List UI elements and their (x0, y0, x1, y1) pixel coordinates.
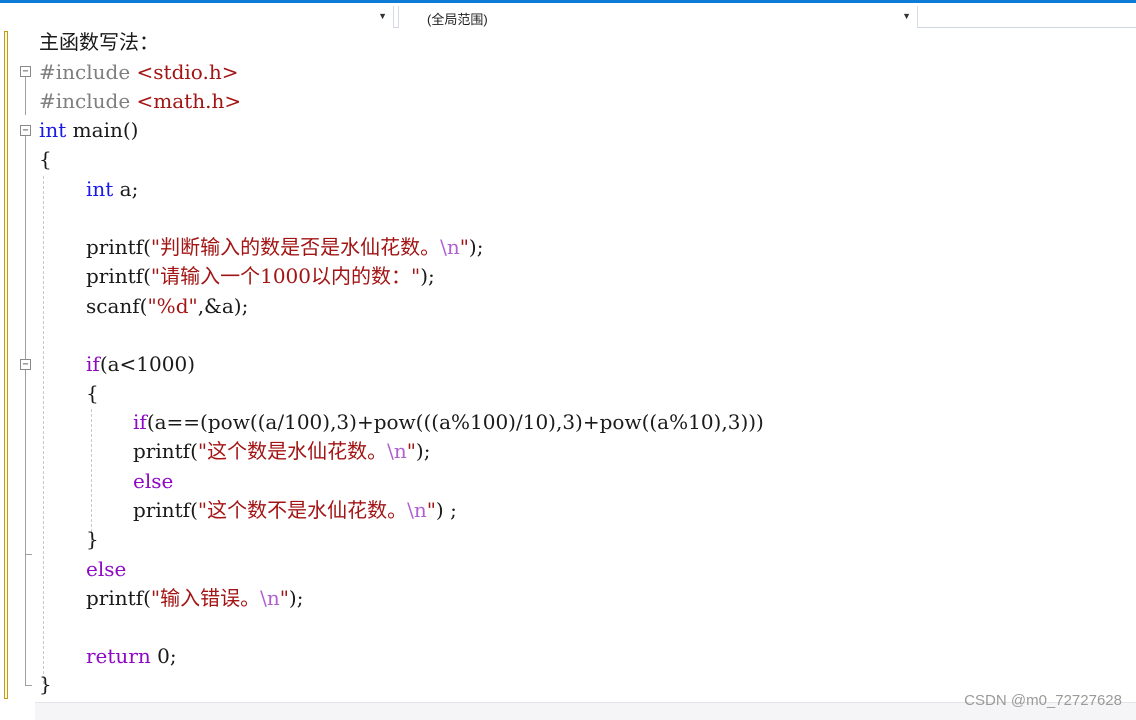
code-line-17: printf("这个数不是水仙花数。\n") ; (133, 496, 457, 525)
code-line-23: } (39, 670, 52, 699)
preprocessor-directive: #include (39, 60, 131, 84)
include-header: <stdio.h> (136, 60, 239, 84)
escape-sequence: \n (387, 439, 407, 463)
string-literal: "输入错误。 (150, 586, 261, 610)
code-line-19: else (86, 555, 126, 584)
fold-end-main (25, 685, 32, 686)
code-line-10: scanf("%d",&a); (86, 292, 248, 321)
code-text: (a==(pow((a/100),3)+pow(((a%100)/10),3)+… (146, 410, 764, 434)
chevron-down-icon[interactable]: ▼ (378, 11, 387, 21)
code-text: ); (468, 235, 484, 259)
keyword-if: if (133, 410, 147, 434)
code-line-16: else (133, 467, 173, 496)
collapse-if-icon[interactable]: − (20, 359, 31, 370)
keyword-return: return (86, 644, 151, 668)
code-line-1: 主函数写法： (39, 28, 159, 57)
watermark: CSDN @m0_72727628 (964, 692, 1122, 709)
code-line-15: printf("这个数是水仙花数。\n"); (133, 437, 430, 466)
keyword-if: if (86, 352, 100, 376)
keyword-else: else (133, 469, 174, 493)
fold-line-if (25, 370, 26, 554)
keyword-else: else (86, 557, 127, 581)
string-literal: "这个数是水仙花数。 (197, 439, 388, 463)
include-header: <math.h> (136, 89, 242, 113)
brace: { (39, 147, 52, 171)
code-line-2: #include <stdio.h> (39, 58, 238, 87)
editor-navigation-bar: ▼ (全局范围) ▼ (0, 0, 1136, 28)
scope-dropdown-left[interactable]: ▼ (0, 6, 394, 28)
string-quote: " (426, 498, 436, 522)
brace: } (39, 672, 52, 696)
code-text: ); (288, 586, 304, 610)
string-literal: "请输入一个1000以内的数：" (150, 264, 421, 288)
keyword-int: int (39, 118, 67, 142)
code-text: (a<1000) (99, 352, 195, 376)
code-text: main() (66, 118, 139, 142)
string-literal: "判断输入的数是否是水仙花数。 (150, 235, 441, 259)
string-literal: "这个数不是水仙花数。 (197, 498, 408, 522)
code-line-20: printf("输入错误。\n"); (86, 584, 303, 613)
function-call: printf( (86, 235, 151, 259)
code-line-8: printf("判断输入的数是否是水仙花数。\n"); (86, 233, 483, 262)
code-line-12: if(a<1000) (86, 350, 195, 379)
function-call: printf( (86, 264, 151, 288)
escape-sequence: \n (407, 498, 427, 522)
code-text: 0; (150, 644, 177, 668)
function-call: printf( (133, 498, 198, 522)
fold-end-if (25, 554, 32, 555)
function-call: printf( (133, 439, 198, 463)
fold-line-include (25, 77, 26, 115)
comment-text: 主函数写法： (39, 30, 159, 54)
function-call: scanf( (86, 294, 148, 318)
indent-guide-main (43, 176, 44, 684)
code-text: ); (420, 264, 435, 288)
code-line-5: { (39, 145, 52, 174)
code-text: a; (113, 177, 139, 201)
escape-sequence: \n (440, 235, 460, 259)
string-quote: " (279, 586, 289, 610)
escape-sequence: \n (260, 586, 280, 610)
string-quote: " (459, 235, 469, 259)
scope-dropdown-right[interactable]: (全局范围) ▼ (398, 6, 918, 28)
function-call: printf( (86, 586, 151, 610)
code-line-14: if(a==(pow((a/100),3)+pow(((a%100)/10),3… (133, 408, 764, 437)
collapse-main-icon[interactable]: − (20, 125, 31, 136)
code-text: ); (415, 439, 431, 463)
code-line-22: return 0; (86, 642, 177, 671)
brace: { (86, 381, 99, 405)
keyword-int: int (86, 177, 114, 201)
collapse-include-icon[interactable]: − (20, 66, 31, 77)
code-line-9: printf("请输入一个1000以内的数："); (86, 262, 435, 291)
string-quote: " (406, 439, 416, 463)
code-line-4: int main() (39, 116, 138, 145)
change-tracking-bar (4, 31, 8, 699)
chevron-down-icon[interactable]: ▼ (902, 11, 911, 21)
scope-right-label: (全局范围) (427, 12, 488, 27)
code-editor[interactable]: − − − 主函数写法： #include <stdio.h> #include… (0, 28, 1136, 719)
code-text: ,&a); (197, 294, 249, 318)
code-line-3: #include <math.h> (39, 87, 241, 116)
preprocessor-directive: #include (39, 89, 131, 113)
code-text: ) ; (435, 498, 457, 522)
code-line-6: int a; (86, 175, 138, 204)
code-line-13: { (86, 379, 99, 408)
brace: } (86, 527, 99, 551)
code-line-18: } (86, 525, 99, 554)
string-literal: "%d" (147, 294, 198, 318)
